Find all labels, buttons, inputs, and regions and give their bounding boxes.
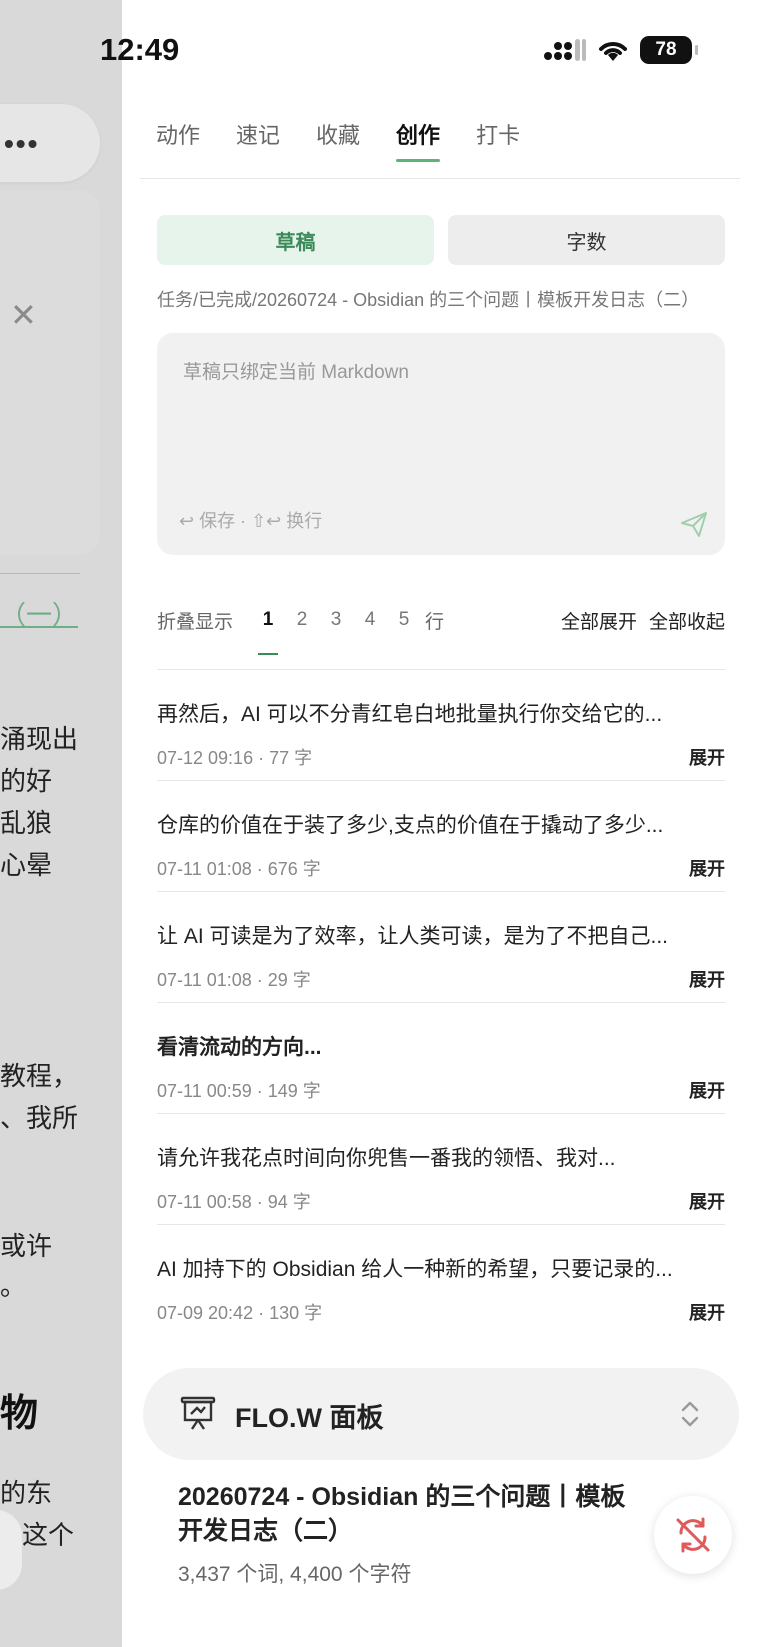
divider — [0, 573, 80, 574]
background-text-line: 的好 — [0, 766, 53, 796]
background-text-line: 教程， — [0, 1061, 79, 1091]
background-text-line: 心晕 — [0, 850, 53, 880]
keyboard-hint: ↩ 保存 · ⇧↩ 换行 — [179, 511, 323, 531]
expand-button[interactable]: 展开 — [689, 855, 725, 881]
background-toolbar-pill: ••• — [0, 104, 100, 182]
tab-actions[interactable]: 动作 — [156, 118, 200, 162]
expand-button[interactable]: 展开 — [689, 1188, 725, 1214]
sync-off-icon — [676, 1517, 710, 1553]
background-text-line: 乱狼 — [0, 808, 53, 838]
wordcount-button[interactable]: 字数 — [448, 215, 725, 265]
background-text-line: 的东 — [0, 1478, 53, 1508]
collapse-all-button[interactable]: 全部收起 — [649, 607, 725, 634]
fold-option-2[interactable]: 2 — [285, 609, 319, 631]
background-document-layer: ••• ✕ （一） 涌现出 的好 乱狼 心晕 教程， 、我所 或许 。 物 的东… — [0, 0, 122, 1647]
entry-title: 让 AI 可读是为了效率，让人类可读，是为了不把自己... — [157, 925, 669, 948]
mode-segment: 草稿 字数 — [157, 215, 725, 265]
list-item[interactable]: 请允许我花点时间向你兜售一番我的领悟、我对... 07-11 00:58 · 9… — [157, 1114, 725, 1225]
tab-favorites[interactable]: 收藏 — [316, 118, 360, 162]
list-item[interactable]: 看清流动的方向... 07-11 00:59 · 149 字 展开 — [157, 1003, 725, 1114]
entry-title: 仓库的价值在于装了多少,支点的价值在于撬动了多少... — [157, 814, 664, 837]
side-panel: 动作 速记 收藏 创作 打卡 草稿 字数 任务/已完成/20260724 - O… — [140, 0, 740, 1647]
list-item[interactable]: 仓库的价值在于装了多少,支点的价值在于撬动了多少... 07-11 01:08 … — [157, 781, 725, 892]
background-floating-button — [0, 1510, 22, 1590]
entry-title: AI 加持下的 Obsidian 给人一种新的希望，只要记录的... — [157, 1258, 673, 1281]
expand-button[interactable]: 展开 — [689, 1299, 725, 1325]
send-icon[interactable] — [679, 509, 709, 539]
flow-panel-title: FLO.W 面板 — [235, 1403, 384, 1433]
entry-title: 看清流动的方向... — [157, 1036, 322, 1059]
fold-option-1[interactable]: 1 — [251, 609, 285, 655]
close-icon[interactable]: ✕ — [10, 296, 37, 334]
fold-unit: 行 — [425, 611, 445, 633]
list-item[interactable]: AI 加持下的 Obsidian 给人一种新的希望，只要记录的... 07-09… — [157, 1225, 725, 1336]
expand-all-button[interactable]: 全部展开 — [561, 607, 637, 634]
tab-quick-notes[interactable]: 速记 — [236, 118, 280, 162]
chevron-updown-icon[interactable] — [679, 1398, 701, 1430]
list-item[interactable]: 再然后，AI 可以不分青红皂白地批量执行你交给它的... 07-12 09:16… — [157, 670, 725, 781]
tab-create[interactable]: 创作 — [396, 118, 441, 162]
tab-checkin[interactable]: 打卡 — [476, 118, 520, 162]
fold-option-4[interactable]: 4 — [353, 609, 387, 631]
expand-button[interactable]: 展开 — [689, 966, 725, 992]
background-text-line: 或许 — [0, 1231, 53, 1261]
fold-option-5[interactable]: 5 — [387, 609, 421, 631]
background-link[interactable]: （一） — [0, 595, 78, 632]
background-card — [0, 190, 100, 555]
more-icon[interactable]: ••• — [4, 130, 39, 158]
entry-meta: 07-12 09:16 · 77 字 — [157, 748, 313, 768]
file-path: 任务/已完成/20260724 - Obsidian 的三个问题丨模板开发日志（… — [157, 290, 700, 310]
fold-actions: 全部展开 全部收起 — [561, 607, 725, 634]
fold-controls: 折叠显示 1 2 3 4 5 行 全部展开 全部收起 — [157, 605, 725, 655]
entry-meta: 07-11 00:58 · 94 字 — [157, 1192, 311, 1212]
fold-label: 折叠显示 — [157, 611, 234, 633]
entry-meta: 07-09 20:42 · 130 字 — [157, 1303, 323, 1323]
document-stats: 3,437 个词, 4,400 个字符 — [178, 1563, 412, 1586]
entry-title: 请允许我花点时间向你兜售一番我的领悟、我对... — [157, 1147, 616, 1170]
fold-option-3[interactable]: 3 — [319, 609, 353, 631]
sync-button[interactable] — [654, 1496, 732, 1574]
divider — [140, 178, 740, 179]
draft-list: 再然后，AI 可以不分青红皂白地批量执行你交给它的... 07-12 09:16… — [157, 670, 725, 1336]
presentation-board-icon — [180, 1396, 216, 1430]
list-item[interactable]: 让 AI 可读是为了效率，让人类可读，是为了不把自己... 07-11 01:0… — [157, 892, 725, 1003]
expand-button[interactable]: 展开 — [689, 1077, 725, 1103]
tab-bar: 动作 速记 收藏 创作 打卡 — [156, 118, 520, 162]
background-text-line: 。 — [0, 1271, 27, 1301]
draft-input[interactable]: 草稿只绑定当前 Markdown ↩ 保存 · ⇧↩ 换行 — [157, 333, 725, 555]
background-text-line: 涌现出 — [0, 724, 79, 754]
draft-button[interactable]: 草稿 — [157, 215, 434, 265]
entry-title: 再然后，AI 可以不分青红皂白地批量执行你交给它的... — [157, 703, 663, 726]
flow-panel-header[interactable]: FLO.W 面板 — [143, 1368, 739, 1460]
entry-meta: 07-11 00:59 · 149 字 — [157, 1081, 321, 1101]
background-text-line: 这个 — [22, 1520, 75, 1550]
document-title: 20260724 - Obsidian 的三个问题丨模板开发日志（二） — [178, 1483, 626, 1545]
draft-input-placeholder: 草稿只绑定当前 Markdown — [183, 362, 409, 383]
entry-meta: 07-11 01:08 · 29 字 — [157, 970, 311, 990]
background-text-line: 、我所 — [0, 1103, 79, 1133]
entry-meta: 07-11 01:08 · 676 字 — [157, 859, 321, 879]
background-heading: 物 — [0, 1393, 39, 1435]
expand-button[interactable]: 展开 — [689, 744, 725, 770]
